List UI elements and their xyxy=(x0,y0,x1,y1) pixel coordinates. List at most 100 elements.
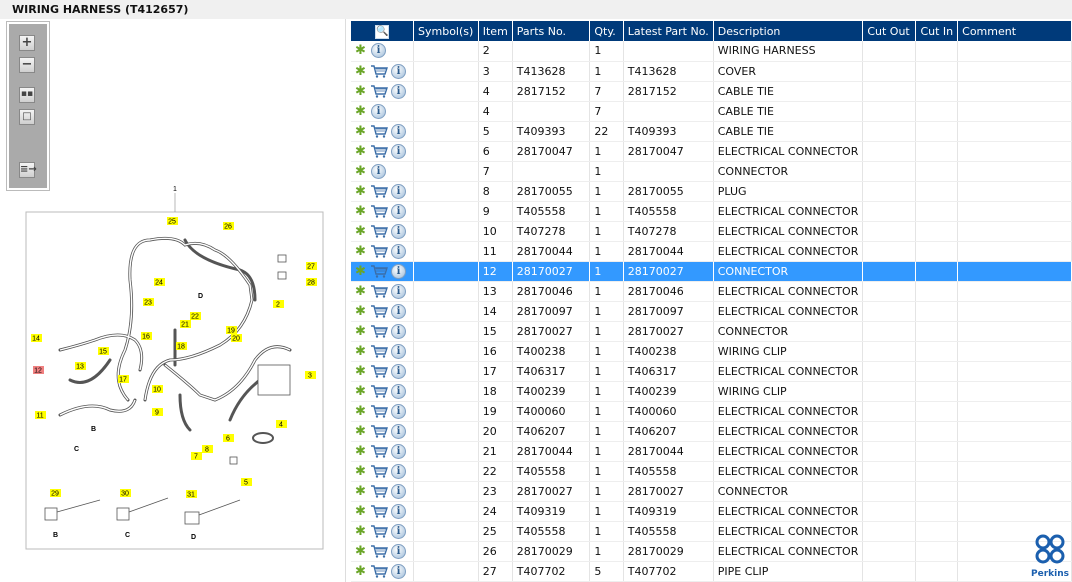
cart-icon[interactable] xyxy=(371,464,388,478)
table-row[interactable]: ✱ i 13 28170046 1 28170046 ELECTRICAL CON… xyxy=(351,281,1072,302)
callout-14[interactable]: 14 xyxy=(32,336,40,343)
info-icon[interactable]: i xyxy=(391,423,406,439)
gear-icon[interactable]: ✱ xyxy=(355,484,368,499)
column-header-comment[interactable]: Comment xyxy=(957,21,1072,41)
export-list-button[interactable]: ≡→ xyxy=(19,162,37,178)
info-icon[interactable]: i xyxy=(391,363,406,379)
gear-icon[interactable]: ✱ xyxy=(355,104,368,119)
table-row[interactable]: ✱ i 27 T407702 5 T407702 PIPE CLIP xyxy=(351,561,1072,582)
info-icon[interactable]: i xyxy=(391,203,406,219)
gear-icon[interactable]: ✱ xyxy=(355,384,368,399)
info-icon[interactable]: i xyxy=(371,163,386,179)
info-icon[interactable]: i xyxy=(391,303,406,319)
cart-icon[interactable] xyxy=(371,484,388,498)
table-row[interactable]: ✱ i 26 28170029 1 28170029 ELECTRICAL CON… xyxy=(351,541,1072,562)
info-icon[interactable]: i xyxy=(371,43,386,59)
table-row[interactable]: ✱ i 18 T400239 1 T400239 WIRING CLIP xyxy=(351,381,1072,402)
callout-28[interactable]: 28 xyxy=(307,280,315,287)
zoom-out-button[interactable]: − xyxy=(19,57,35,73)
gear-icon[interactable]: ✱ xyxy=(355,43,368,58)
table-row[interactable]: ✱ i 22 T405558 1 T405558 ELECTRICAL CONNE… xyxy=(351,461,1072,482)
cart-icon[interactable] xyxy=(371,304,388,318)
callout-18[interactable]: 18 xyxy=(177,344,185,351)
gear-icon[interactable]: ✱ xyxy=(355,404,368,419)
cart-icon[interactable] xyxy=(371,264,388,278)
table-row[interactable]: ✱ i 10 T407278 1 T407278 ELECTRICAL CONNE… xyxy=(351,221,1072,242)
info-icon[interactable]: i xyxy=(391,263,406,279)
table-row[interactable]: ✱ i 23 28170027 1 28170027 CONNECTOR xyxy=(351,481,1072,502)
callout-6[interactable]: 6 xyxy=(226,436,230,443)
gear-icon[interactable]: ✱ xyxy=(355,204,368,219)
callout-8[interactable]: 8 xyxy=(205,447,209,454)
callout-3[interactable]: 3 xyxy=(308,373,312,380)
callout-23[interactable]: 23 xyxy=(144,300,152,307)
diagram-panel[interactable]: 1 25 26 27 28 24 23 22 21 2 19 20 14 16 15 18 13 12 17 10 3… xyxy=(0,19,346,582)
gear-icon[interactable]: ✱ xyxy=(355,64,368,79)
cart-icon[interactable] xyxy=(371,364,388,378)
table-row[interactable]: ✱ i 11 28170044 1 28170044 ELECTRICAL CON… xyxy=(351,241,1072,262)
gear-icon[interactable]: ✱ xyxy=(355,304,368,319)
wiring-diagram[interactable]: 1 25 26 27 28 24 23 2221 2 1920 14 16 15 18 13 12 17 10 3… xyxy=(0,19,346,582)
info-icon[interactable]: i xyxy=(391,283,406,299)
gear-icon[interactable]: ✱ xyxy=(355,184,368,199)
callout-16[interactable]: 16 xyxy=(142,334,150,341)
cart-icon[interactable] xyxy=(371,564,388,578)
callout-13[interactable]: 13 xyxy=(76,364,84,371)
table-row[interactable]: ✱ i 25 T405558 1 T405558 ELECTRICAL CONNE… xyxy=(351,521,1072,542)
table-row[interactable]: ✱ i 9 T405558 1 T405558 ELECTRICAL CONNEC… xyxy=(351,201,1072,222)
table-row[interactable]: ✱ i 21 28170044 1 28170044 ELECTRICAL CON… xyxy=(351,441,1072,462)
cart-icon[interactable] xyxy=(371,204,388,218)
cart-icon[interactable] xyxy=(371,504,388,518)
gear-icon[interactable]: ✱ xyxy=(355,444,368,459)
cart-icon[interactable] xyxy=(371,404,388,418)
gear-icon[interactable]: ✱ xyxy=(355,424,368,439)
column-header-description[interactable]: Description xyxy=(713,21,864,41)
cart-icon[interactable] xyxy=(371,184,388,198)
callout-9[interactable]: 9 xyxy=(155,410,159,417)
gear-icon[interactable]: ✱ xyxy=(355,324,368,339)
gear-icon[interactable]: ✱ xyxy=(355,564,368,579)
cart-icon[interactable] xyxy=(371,344,388,358)
gear-icon[interactable]: ✱ xyxy=(355,464,368,479)
info-icon[interactable]: i xyxy=(391,143,406,159)
gear-icon[interactable]: ✱ xyxy=(355,284,368,299)
info-icon[interactable]: i xyxy=(391,543,406,559)
info-icon[interactable]: i xyxy=(391,63,406,79)
info-icon[interactable]: i xyxy=(391,563,406,579)
gear-icon[interactable]: ✱ xyxy=(355,524,368,539)
callout-21[interactable]: 21 xyxy=(181,322,189,329)
column-header-cut-in[interactable]: Cut In xyxy=(915,21,959,41)
callout-19[interactable]: 19 xyxy=(227,328,235,335)
callout-25[interactable]: 25 xyxy=(168,219,176,226)
column-header-search[interactable]: 🔍 xyxy=(351,21,414,41)
gear-icon[interactable]: ✱ xyxy=(355,364,368,379)
callout-20[interactable]: 20 xyxy=(232,336,240,343)
cart-icon[interactable] xyxy=(371,424,388,438)
gear-icon[interactable]: ✱ xyxy=(355,544,368,559)
info-icon[interactable]: i xyxy=(391,523,406,539)
column-header-latest-part-no[interactable]: Latest Part No. xyxy=(623,21,714,41)
table-row[interactable]: ✱ i 4 2817152 7 2817152 CABLE TIE xyxy=(351,81,1072,102)
cart-icon[interactable] xyxy=(371,124,388,138)
callout-11[interactable]: 11 xyxy=(36,413,43,420)
cart-icon[interactable] xyxy=(371,284,388,298)
info-icon[interactable]: i xyxy=(391,463,406,479)
gear-icon[interactable]: ✱ xyxy=(355,504,368,519)
info-icon[interactable]: i xyxy=(391,483,406,499)
table-row[interactable]: ✱ i 19 T400060 1 T400060 ELECTRICAL CONNE… xyxy=(351,401,1072,422)
info-icon[interactable]: i xyxy=(391,243,406,259)
info-icon[interactable]: i xyxy=(371,103,386,119)
table-row[interactable]: ✱ i 20 T406207 1 T406207 ELECTRICAL CONNE… xyxy=(351,421,1072,442)
info-icon[interactable]: i xyxy=(391,183,406,199)
column-header-symbols[interactable]: Symbol(s) xyxy=(413,21,479,41)
info-icon[interactable]: i xyxy=(391,223,406,239)
cart-icon[interactable] xyxy=(371,84,388,98)
callout-26[interactable]: 26 xyxy=(224,224,232,231)
cart-icon[interactable] xyxy=(371,444,388,458)
cart-icon[interactable] xyxy=(371,524,388,538)
gear-icon[interactable]: ✱ xyxy=(355,344,368,359)
callout-7[interactable]: 7 xyxy=(194,454,198,461)
table-row[interactable]: ✱ i 2 1 WIRING HARNESS xyxy=(351,41,1072,62)
gear-icon[interactable]: ✱ xyxy=(355,84,368,99)
table-row[interactable]: ✱ i 6 28170047 1 28170047 ELECTRICAL CONN… xyxy=(351,141,1072,162)
